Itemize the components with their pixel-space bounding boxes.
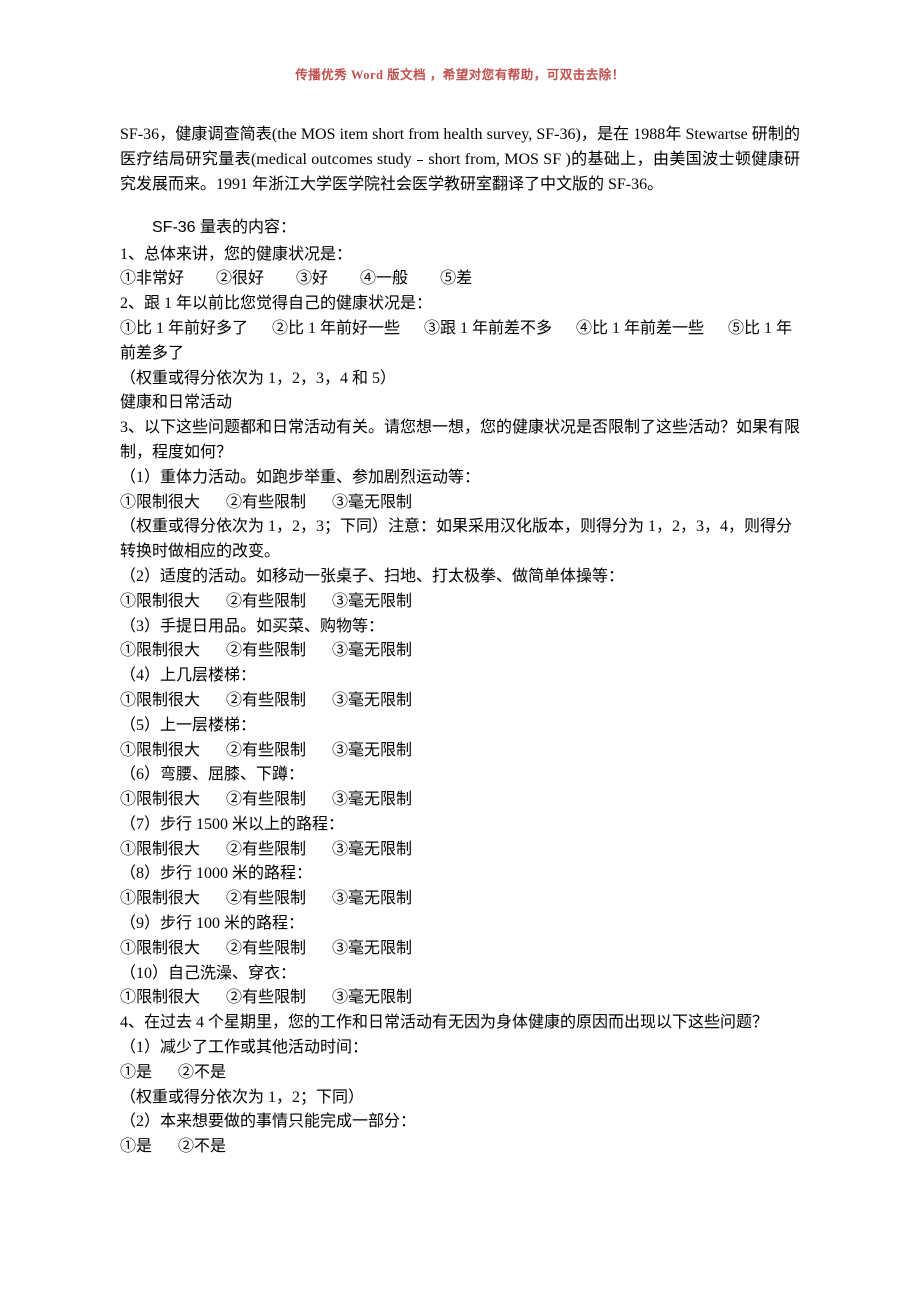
- q3-opt-1: ①限制很大: [120, 639, 200, 664]
- q3-opt-1: ①限制很大: [120, 986, 200, 1011]
- q3-opt-1: ①限制很大: [120, 689, 200, 714]
- q3-opt-2: ②有些限制: [226, 689, 306, 714]
- q3-opt-2: ②有些限制: [226, 639, 306, 664]
- q3-opt-3: ③毫无限制: [332, 937, 412, 962]
- q3-item-3-options: ①限制很大 ②有些限制 ③毫无限制: [120, 639, 800, 664]
- section-2-header: 健康和日常活动: [120, 391, 800, 416]
- q3-opt-1: ①限制很大: [120, 491, 200, 516]
- q3-item-5-options: ①限制很大 ②有些限制 ③毫无限制: [120, 739, 800, 764]
- q1-opt-5: ⑤差: [440, 267, 472, 292]
- q3-opt-1: ①限制很大: [120, 937, 200, 962]
- q3-opt-2: ②有些限制: [226, 887, 306, 912]
- q3-note: （权重或得分依次为 1，2，3；下同）注意：如果采用汉化版本，则得分为 1，2，…: [120, 515, 800, 565]
- q3-item-3: （3）手提日用品。如买菜、购物等：: [120, 615, 800, 640]
- header-note: 传播优秀 Word 版文档 ，希望对您有帮助，可双击去除！: [120, 66, 800, 85]
- section-title: SF-36 量表的内容：: [120, 216, 800, 241]
- q3-item-8-options: ①限制很大 ②有些限制 ③毫无限制: [120, 887, 800, 912]
- question-1: 1、总体来讲，您的健康状况是：: [120, 243, 800, 268]
- q4-item-1: （1）减少了工作或其他活动时间：: [120, 1036, 800, 1061]
- q3-opt-3: ③毫无限制: [332, 739, 412, 764]
- question-2-note: （权重或得分依次为 1，2，3，4 和 5）: [120, 367, 800, 392]
- q3-opt-3: ③毫无限制: [332, 788, 412, 813]
- q3-item-2: （2）适度的活动。如移动一张桌子、扫地、打太极拳、做简单体操等：: [120, 565, 800, 590]
- q3-item-6-options: ①限制很大 ②有些限制 ③毫无限制: [120, 788, 800, 813]
- q3-item-7: （7）步行 1500 米以上的路程：: [120, 813, 800, 838]
- q3-opt-3: ③毫无限制: [332, 887, 412, 912]
- q1-opt-4: ④一般: [360, 267, 408, 292]
- q4-item-2: （2）本来想要做的事情只能完成一部分：: [120, 1110, 800, 1135]
- q3-opt-3: ③毫无限制: [332, 689, 412, 714]
- q3-opt-3: ③毫无限制: [332, 986, 412, 1011]
- question-2-options: ①比 1 年前好多了 ②比 1 年前好一些 ③跟 1 年前差不多 ④比 1 年前…: [120, 317, 800, 367]
- q3-opt-2: ②有些限制: [226, 838, 306, 863]
- q3-item-9: （9）步行 100 米的路程：: [120, 912, 800, 937]
- q3-opt-2: ②有些限制: [226, 937, 306, 962]
- q3-item-2-options: ①限制很大 ②有些限制 ③毫无限制: [120, 590, 800, 615]
- q3-item-7-options: ①限制很大 ②有些限制 ③毫无限制: [120, 838, 800, 863]
- q3-item-9-options: ①限制很大 ②有些限制 ③毫无限制: [120, 937, 800, 962]
- q3-item-10: （10）自己洗澡、穿衣：: [120, 962, 800, 987]
- q3-opt-3: ③毫无限制: [332, 590, 412, 615]
- intro-paragraph: SF-36，健康调查简表(the MOS item short from hea…: [120, 123, 800, 197]
- q3-opt-2: ②有些限制: [226, 491, 306, 516]
- question-1-options: ①非常好 ②很好 ③好 ④一般 ⑤差: [120, 267, 800, 292]
- q3-opt-1: ①限制很大: [120, 887, 200, 912]
- q3-opt-2: ②有些限制: [226, 739, 306, 764]
- q3-opt-3: ③毫无限制: [332, 838, 412, 863]
- q4-opt-1: ①是: [120, 1135, 152, 1160]
- q4-note: （权重或得分依次为 1，2；下同）: [120, 1086, 800, 1111]
- question-2: 2、跟 1 年以前比您觉得自己的健康状况是：: [120, 292, 800, 317]
- q3-opt-1: ①限制很大: [120, 590, 200, 615]
- q3-item-8: （8）步行 1000 米的路程：: [120, 862, 800, 887]
- q4-opt-2: ②不是: [178, 1061, 226, 1086]
- q3-opt-3: ③毫无限制: [332, 639, 412, 664]
- q4-item-1-options: ①是 ②不是: [120, 1061, 800, 1086]
- q4-item-2-options: ①是 ②不是: [120, 1135, 800, 1160]
- q3-opt-2: ②有些限制: [226, 590, 306, 615]
- q1-opt-1: ①非常好: [120, 267, 184, 292]
- document-page: 传播优秀 Word 版文档 ，希望对您有帮助，可双击去除！ SF-36，健康调查…: [0, 0, 920, 1302]
- q3-opt-1: ①限制很大: [120, 838, 200, 863]
- q3-item-6: （6）弯腰、屈膝、下蹲：: [120, 763, 800, 788]
- q4-opt-1: ①是: [120, 1061, 152, 1086]
- q3-opt-2: ②有些限制: [226, 986, 306, 1011]
- q3-item-1-options: ①限制很大 ②有些限制 ③毫无限制: [120, 491, 800, 516]
- q3-opt-1: ①限制很大: [120, 739, 200, 764]
- q1-opt-2: ②很好: [216, 267, 264, 292]
- q3-item-4: （4）上几层楼梯：: [120, 664, 800, 689]
- q3-item-4-options: ①限制很大 ②有些限制 ③毫无限制: [120, 689, 800, 714]
- q3-opt-1: ①限制很大: [120, 788, 200, 813]
- question-3: 3、以下这些问题都和日常活动有关。请您想一想，您的健康状况是否限制了这些活动？如…: [120, 416, 800, 466]
- q3-item-1: （1）重体力活动。如跑步举重、参加剧烈运动等：: [120, 466, 800, 491]
- q4-opt-2: ②不是: [178, 1135, 226, 1160]
- q3-opt-2: ②有些限制: [226, 788, 306, 813]
- q1-opt-3: ③好: [296, 267, 328, 292]
- q3-item-5: （5）上一层楼梯：: [120, 714, 800, 739]
- q3-item-10-options: ①限制很大 ②有些限制 ③毫无限制: [120, 986, 800, 1011]
- question-4: 4、在过去 4 个星期里，您的工作和日常活动有无因为身体健康的原因而出现以下这些…: [120, 1011, 800, 1036]
- q3-opt-3: ③毫无限制: [332, 491, 412, 516]
